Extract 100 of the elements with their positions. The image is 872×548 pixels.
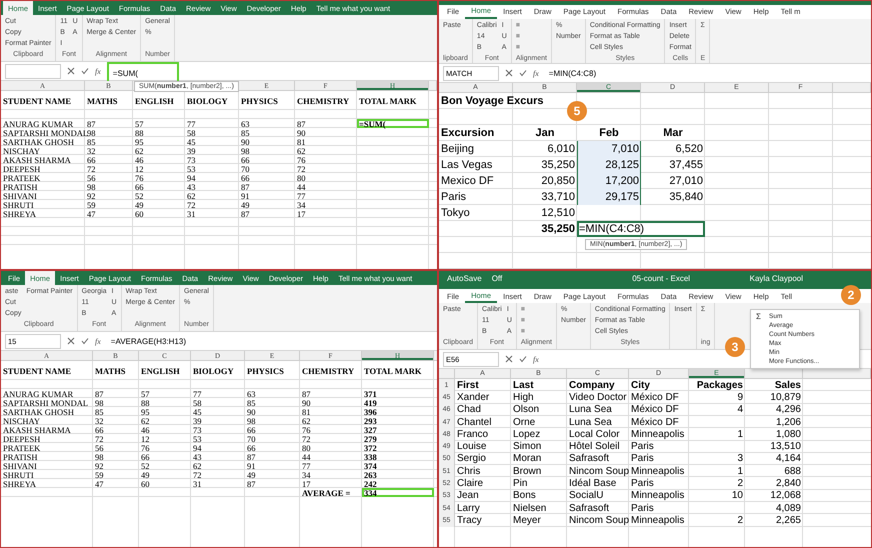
table-cell-text: Minneapolis xyxy=(630,490,686,502)
table-cell-text: 1 xyxy=(736,428,744,440)
table-cell-text: ANURAG KUMAR xyxy=(2,119,74,128)
table-cell-text: 47 xyxy=(86,209,96,218)
check-icon[interactable] xyxy=(519,69,527,78)
table-cell-text: 39 xyxy=(192,416,202,425)
table-cell-text: 76 xyxy=(296,155,306,164)
table-cell-text: 98 xyxy=(94,452,104,461)
table-cell-text: 91 xyxy=(246,461,256,470)
table-cell-text: 62 xyxy=(134,146,144,155)
table-cell-text: Claire xyxy=(456,477,484,490)
table-cell-text: 60 xyxy=(134,209,144,218)
table-cell-text: 76 xyxy=(140,443,150,452)
table-cell-text: DEEPESH xyxy=(2,164,42,173)
check-icon[interactable] xyxy=(81,67,89,75)
table-cell-text: 87 xyxy=(246,479,256,488)
table-cell-text: AKASH SHARMA xyxy=(2,155,72,164)
insert-function-button[interactable]: fx xyxy=(533,354,539,364)
insert-function-button[interactable]: fx xyxy=(95,66,101,76)
table-cell-text: PRATEEK xyxy=(2,443,42,452)
table-cell-text: STUDENT NAME xyxy=(2,94,72,108)
table-cell-text: 88 xyxy=(134,128,144,137)
table-cell-text: 688 xyxy=(783,465,802,478)
table-cell-text: PRATEEK xyxy=(2,173,42,182)
table-cell-text: 56 xyxy=(86,173,96,182)
table-cell-text: 94 xyxy=(192,443,202,452)
table-cell-text: 27,010 xyxy=(668,174,704,189)
table-cell-text: 60 xyxy=(140,479,150,488)
table-cell-text: 66 xyxy=(240,155,250,164)
cancel-icon[interactable] xyxy=(67,67,75,75)
table-cell-text: 49 xyxy=(240,200,250,209)
check-icon[interactable] xyxy=(519,355,527,363)
table-cell-text: 45 xyxy=(192,407,202,416)
table-cell-text: 63 xyxy=(240,119,250,128)
table-cell-text: Bons xyxy=(512,490,537,502)
table-cell-text: 77 xyxy=(186,119,196,128)
table-cell-text: 17 xyxy=(296,209,306,218)
table-cell-text: AVERAGE = xyxy=(301,488,352,497)
table-cell-text: Safrasoft xyxy=(568,452,610,466)
table-cell-text: 87 xyxy=(246,452,256,461)
table-cell-text: Paris xyxy=(440,190,468,205)
table-cell-text: 279 xyxy=(363,434,378,443)
table-cell-text: Pin xyxy=(512,477,528,490)
table-cell-text: Sergio xyxy=(456,452,487,466)
table-cell-text: 34 xyxy=(296,200,306,209)
table-cell-text: Jean xyxy=(456,490,480,502)
cancel-icon[interactable] xyxy=(505,355,513,363)
table-cell-text: 72 xyxy=(296,164,306,173)
table-cell-text: 70 xyxy=(246,434,256,443)
table-cell-text: 58 xyxy=(186,128,196,137)
autosave-toggle[interactable]: Off xyxy=(492,274,502,282)
cancel-icon[interactable] xyxy=(505,69,513,78)
table-cell-text: Luna Sea xyxy=(568,416,613,428)
table-cell-text: 44 xyxy=(296,182,306,191)
table-cell: =SUM( xyxy=(357,119,429,128)
table-cell-text: 9 xyxy=(736,391,744,404)
table-cell-text: 91 xyxy=(240,191,250,200)
table-cell-text: 35,840 xyxy=(668,190,704,205)
table-cell-text: 3 xyxy=(736,452,744,466)
table-cell-text: 80 xyxy=(296,173,306,182)
cancel-icon[interactable] xyxy=(67,337,75,345)
table-cell-text: Meyer xyxy=(512,514,542,527)
table-cell-text: Paris xyxy=(630,477,655,490)
user-name: Kayla Claypool xyxy=(750,274,803,282)
table-cell-text: 13,510 xyxy=(769,440,802,453)
formula-bar[interactable]: =AVERAGE(H3:H13) xyxy=(106,334,433,348)
table-cell-text: 87 xyxy=(86,119,96,128)
table-cell-text: 49 xyxy=(140,470,150,479)
table-cell-text: 2,265 xyxy=(774,514,802,527)
table-cell-text: 12 xyxy=(134,164,144,173)
table-cell-text: 53 xyxy=(186,164,196,173)
table-cell-text: SocialU xyxy=(568,490,604,502)
table-cell-text: 66 xyxy=(134,182,144,191)
table-cell-text: 371 xyxy=(363,389,378,398)
insert-function-button[interactable]: fx xyxy=(533,68,539,78)
formula-bar[interactable]: =MIN(C4:C8) xyxy=(544,66,867,80)
table-cell-text: 98 xyxy=(86,182,96,191)
table-cell-text: 87 xyxy=(240,182,250,191)
table-cell-text: Minneapolis xyxy=(630,465,686,478)
table-cell-text: 98 xyxy=(240,146,250,155)
table-cell-text: 1,080 xyxy=(774,428,802,440)
check-icon[interactable] xyxy=(81,337,89,345)
table-cell-text: Feb xyxy=(598,126,620,141)
table-cell-text: 327 xyxy=(363,425,378,434)
table-cell-text: Last xyxy=(512,379,535,392)
table-cell-text: SAPTARSHI MONDAL xyxy=(2,398,90,407)
table-cell-text: 6,520 xyxy=(674,142,704,157)
table-cell-text: 1,206 xyxy=(774,416,802,428)
table-cell-text: 33,710 xyxy=(540,190,576,205)
table-cell-text: 32 xyxy=(86,146,96,155)
table-cell-text: Paris xyxy=(630,440,655,453)
autosave-label[interactable]: AutoSave xyxy=(447,274,482,282)
table-cell-text: 94 xyxy=(186,173,196,182)
table-cell-text: 57 xyxy=(140,389,150,398)
table-cell-text: 77 xyxy=(301,461,312,470)
table-cell-text: 10,879 xyxy=(769,391,802,404)
table-cell: 29,175 xyxy=(577,189,641,205)
insert-function-button[interactable]: fx xyxy=(95,336,101,346)
window-title: 05-count - Excel xyxy=(632,274,690,282)
table-cell-text: 35,250 xyxy=(540,222,576,237)
